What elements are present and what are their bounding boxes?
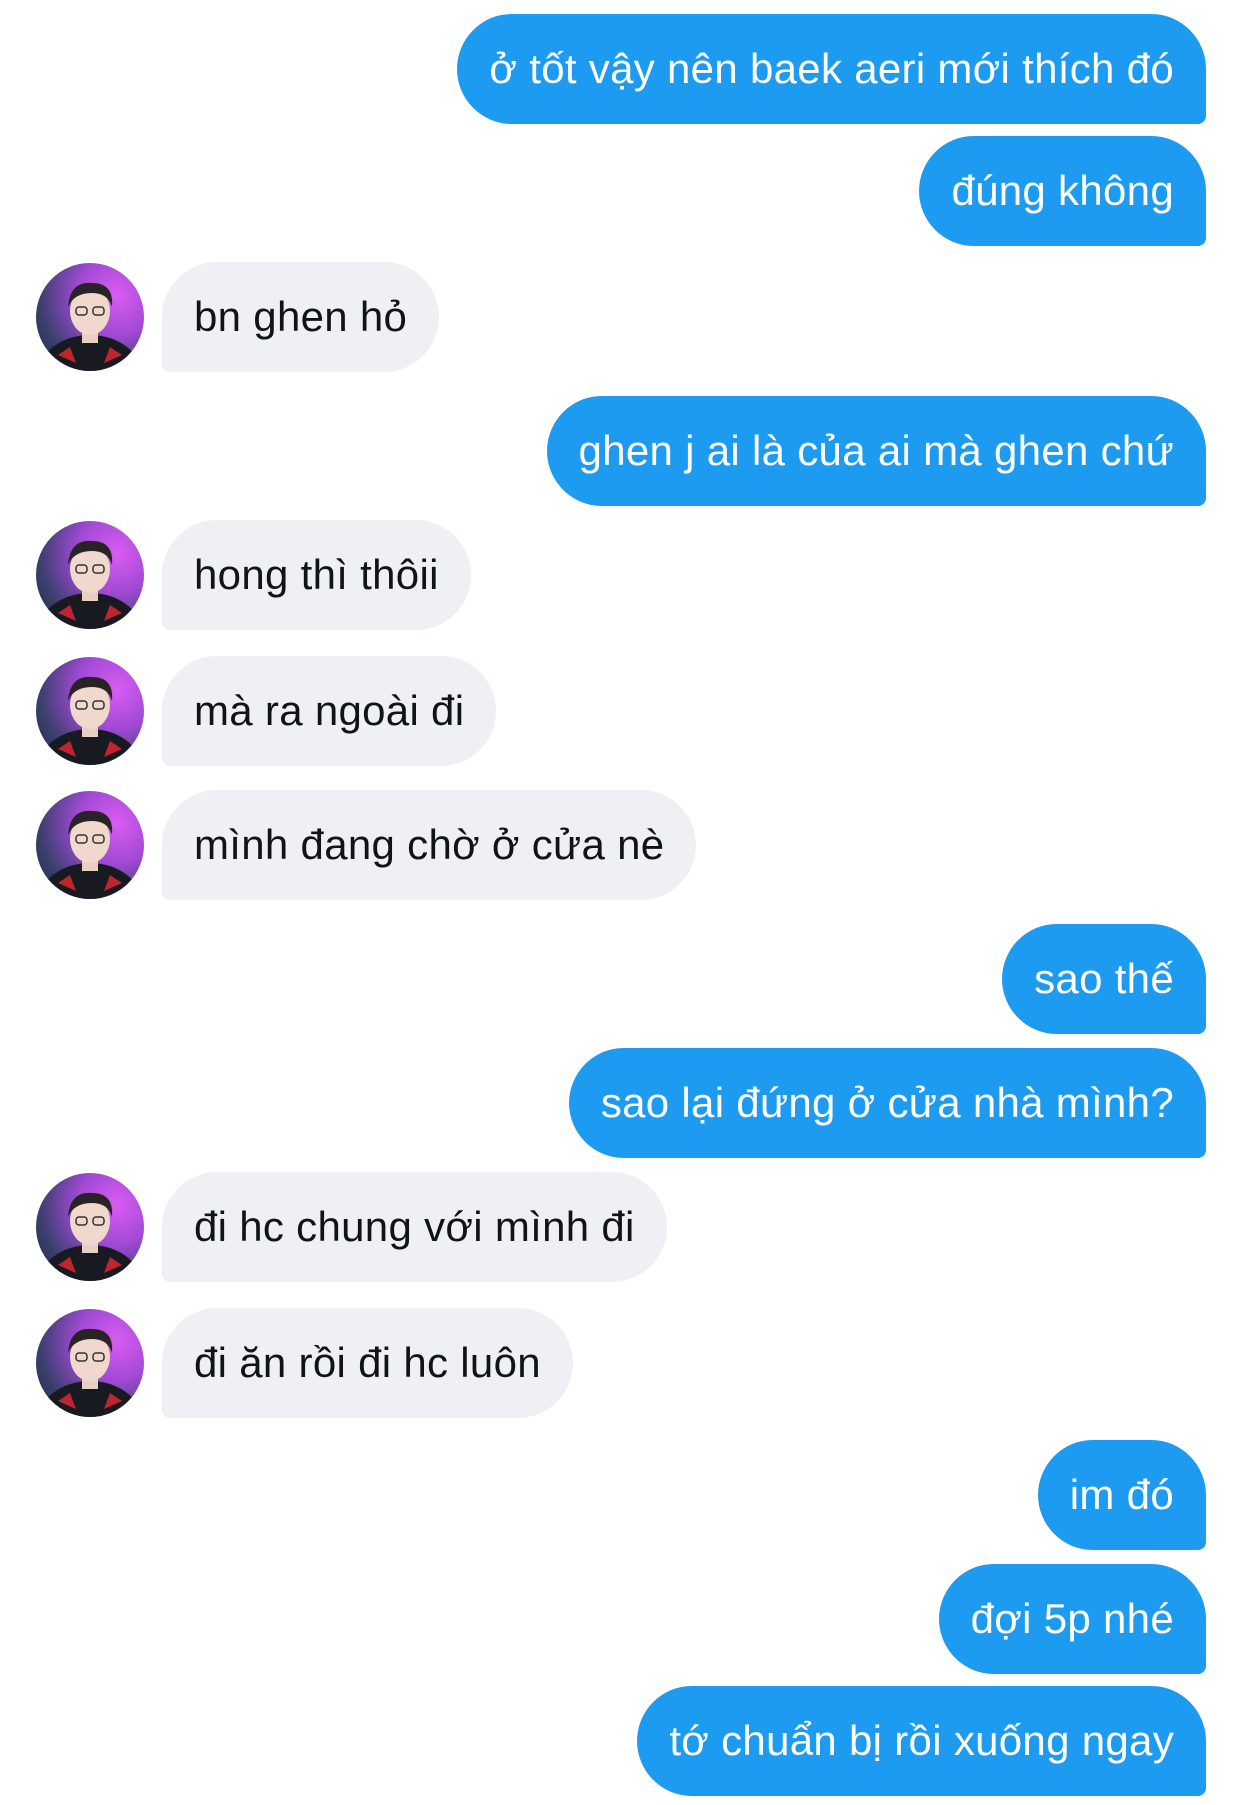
message-text: đúng không <box>951 167 1174 214</box>
outgoing-message-bubble[interactable]: đúng không <box>919 136 1206 246</box>
message-text: mình đang chờ ở cửa nè <box>194 821 665 868</box>
incoming-message-bubble[interactable]: đi hc chung với mình đi <box>162 1172 667 1282</box>
incoming-message-bubble[interactable]: đi ăn rồi đi hc luôn <box>162 1308 573 1418</box>
incoming-message-bubble[interactable]: mình đang chờ ở cửa nè <box>162 790 697 900</box>
incoming-message-bubble[interactable]: mà ra ngoài đi <box>162 656 497 766</box>
avatar-portrait-icon <box>38 676 142 765</box>
message-text: sao lại đứng ở cửa nhà mình? <box>600 1079 1174 1126</box>
message-text: tớ chuẩn bị rồi xuống ngay <box>669 1717 1174 1764</box>
avatar-portrait-icon <box>38 810 142 899</box>
outgoing-message-bubble[interactable]: ở tốt vậy nên baek aeri mới thích đó <box>457 14 1206 124</box>
message-text: mà ra ngoài đi <box>194 687 465 734</box>
outgoing-message-bubble[interactable]: ghen j ai là của ai mà ghen chứ <box>546 396 1206 506</box>
outgoing-message-bubble[interactable]: im đó <box>1037 1440 1206 1550</box>
avatar-portrait-icon <box>38 1328 142 1417</box>
user-avatar-icon[interactable] <box>36 263 144 371</box>
outgoing-message-bubble[interactable]: tớ chuẩn bị rồi xuống ngay <box>637 1686 1206 1796</box>
message-text: ghen j ai là của ai mà ghen chứ <box>578 427 1174 474</box>
message-text: bn ghen hỏ <box>194 293 408 340</box>
user-avatar-icon[interactable] <box>36 657 144 765</box>
incoming-message-bubble[interactable]: hong thì thôii <box>162 520 471 630</box>
message-text: hong thì thôii <box>194 551 439 598</box>
message-text: đi hc chung với mình đi <box>194 1203 635 1250</box>
avatar-portrait-icon <box>38 282 142 371</box>
user-avatar-icon[interactable] <box>36 791 144 899</box>
user-avatar-icon[interactable] <box>36 1309 144 1417</box>
message-text: ở tốt vậy nên baek aeri mới thích đó <box>489 45 1174 92</box>
outgoing-message-bubble[interactable]: sao lại đứng ở cửa nhà mình? <box>568 1048 1206 1158</box>
outgoing-message-bubble[interactable]: sao thế <box>1002 924 1206 1034</box>
incoming-message-bubble[interactable]: bn ghen hỏ <box>162 262 440 372</box>
user-avatar-icon[interactable] <box>36 1173 144 1281</box>
message-text: im đó <box>1069 1471 1174 1518</box>
message-text: sao thế <box>1034 955 1174 1002</box>
avatar-portrait-icon <box>38 540 142 629</box>
avatar-portrait-icon <box>38 1192 142 1281</box>
message-text: đi ăn rồi đi hc luôn <box>194 1339 541 1386</box>
user-avatar-icon[interactable] <box>36 521 144 629</box>
outgoing-message-bubble[interactable]: đợi 5p nhé <box>938 1564 1206 1674</box>
message-text: đợi 5p nhé <box>970 1595 1174 1642</box>
message-thread: ở tốt vậy nên baek aeri mới thích đó đún… <box>0 0 1242 1805</box>
